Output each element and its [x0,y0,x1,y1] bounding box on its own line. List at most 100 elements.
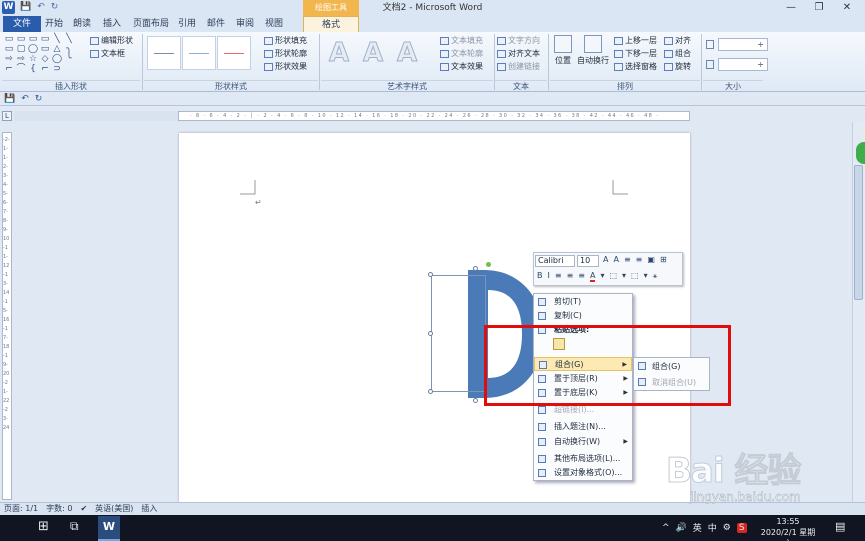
shape-gallery-item[interactable]: ╮ [64,45,74,54]
taskbar-clock[interactable]: 13:55 2020/2/1 星期六 [760,516,816,541]
context-menu-item[interactable]: 插入题注(N)... [534,420,632,434]
language[interactable]: 英语(美国) [95,502,133,515]
text-direction-button[interactable]: 文字方向 [497,35,540,46]
mini-toolbar-button[interactable]: ▾ [644,271,648,282]
shape-gallery-item[interactable]: △ [52,45,62,54]
shape-style-thumb-1[interactable] [147,36,181,70]
page-count[interactable]: 页面: 1/1 [4,502,38,515]
ime-english-icon[interactable]: 英 [693,521,702,534]
group-button[interactable]: 组合 [664,48,691,59]
tab-selector[interactable]: L [2,111,12,121]
context-menu-item[interactable]: 剪切(T) [534,295,632,309]
shape-outline-button[interactable]: 形状轮廓 [264,48,307,59]
shape-gallery-item[interactable]: ▭ [40,35,50,44]
wordart-style-1[interactable]: A [323,36,355,70]
mini-toolbar-button[interactable]: I [548,271,550,282]
close-button[interactable]: ✕ [833,0,861,16]
mini-toolbar-button[interactable]: ▾ [622,271,626,282]
task-view-icon[interactable]: ⧉ [70,519,79,534]
align-text-button[interactable]: 对齐文本 [497,48,540,59]
shape-gallery-item[interactable]: ◯ [52,55,62,64]
tab-page-layout[interactable]: 页面布局 [131,16,171,32]
shape-gallery-item[interactable]: ⌒ [16,65,26,74]
selection-pane-button[interactable]: 选择窗格 [614,61,657,72]
settings-icon[interactable]: ⚙ [723,523,731,533]
mini-toolbar-button[interactable]: ≡ [636,255,643,264]
shape-gallery[interactable]: ▭ ▭ ▭ ▭ ╲ ╲ ▭ ▢ ◯ ▭ △ ╮ ⇨ ⇨ ☆ ◇ ◯ ╰ ⌐ ⌒{⌐ ⊃ [4,35,80,74]
context-menu-item[interactable]: 自动换行(W) ▶ [534,435,632,449]
mini-toolbar-button[interactable]: ⚹ [653,271,658,282]
mini-toolbar-button[interactable]: A [589,271,596,282]
shape-style-thumb-2[interactable] [182,36,216,70]
position-button[interactable]: 位置 [552,35,574,66]
wordart-style-3[interactable]: A [391,36,423,70]
shape-gallery-item[interactable]: ⇨ [4,55,14,64]
side-widget-button[interactable] [856,142,865,164]
rotate-handle[interactable] [486,262,491,267]
tab-view[interactable]: 视图 [262,16,286,32]
shape-gallery-item[interactable]: ⊃ [52,65,62,74]
context-menu-item[interactable]: 复制(C) [534,309,632,323]
redo-icon[interactable]: ↻ [35,94,43,104]
mini-toolbar-button[interactable]: ▾ [600,271,604,282]
sogou-icon[interactable]: S [736,522,747,533]
tab-file[interactable]: 文件 [3,16,41,32]
minimize-button[interactable]: — [777,0,805,16]
restore-button[interactable]: ❐ [805,0,833,16]
shape-gallery-item[interactable]: ⇨ [16,55,26,64]
wordart-style-2[interactable]: A [357,36,389,70]
width-input[interactable]: ÷ [718,58,768,71]
height-input[interactable]: ÷ [718,38,768,51]
shape-gallery-item[interactable]: ▭ [4,35,14,44]
mini-toolbar-button[interactable]: ≡ [555,271,562,282]
context-menu-item[interactable]: 设置对象格式(O)... [534,466,632,480]
mini-toolbar-button[interactable]: B [537,271,543,282]
shape-gallery-item[interactable]: ⌐ [4,65,14,74]
shape-gallery-item[interactable]: ▭ [28,35,38,44]
shape-gallery-item[interactable]: ▭ [16,35,26,44]
shape-gallery-item[interactable]: ╲ [52,35,62,44]
shape-gallery-item[interactable]: ╲ [64,35,74,44]
mini-toolbar-button[interactable]: ⬚ [631,271,639,282]
proofing-icon[interactable]: ✔ [80,502,87,515]
shape-gallery-item[interactable]: ☆ [28,55,38,64]
tab-home[interactable]: 开始 [42,16,66,32]
tab-mailings[interactable]: 邮件 [204,16,228,32]
shape-gallery-item[interactable]: ⌐ [40,65,50,74]
insert-mode[interactable]: 插入 [141,502,157,515]
word-count[interactable]: 字数: 0 [46,502,72,515]
tab-review[interactable]: 审阅 [233,16,257,32]
tab-insert[interactable]: 插入 [100,16,124,32]
ime-chinese-icon[interactable]: 中 [708,521,717,534]
start-icon[interactable]: ⊞ [38,519,49,534]
shape-style-thumb-3[interactable] [217,36,251,70]
shape-gallery-item[interactable]: ▭ [40,45,50,54]
tab-read-aloud[interactable]: 朗读 [70,16,94,32]
create-link-button[interactable]: 创建链接 [497,61,540,72]
context-menu-item[interactable]: 其他布局选项(L)... [534,452,632,466]
mini-toolbar-button[interactable]: ⊞ [660,255,667,264]
text-effects-button[interactable]: 文本效果 [440,61,483,72]
tab-format[interactable]: 格式 [303,16,359,32]
edit-shape-button[interactable]: 编辑形状 [90,35,133,46]
resize-handle[interactable] [473,266,478,271]
scrollbar-thumb[interactable] [854,165,863,300]
tab-references[interactable]: 引用 [175,16,199,32]
rotate-button[interactable]: 旋转 [664,61,691,72]
shape-gallery-item[interactable]: ▭ [4,45,14,54]
mini-toolbar-button[interactable]: ≡ [578,271,585,282]
align-button[interactable]: 对齐 [664,35,691,46]
volume-icon[interactable]: 🔊 [676,523,687,533]
notification-icon[interactable]: ▤ [835,520,845,533]
word-taskbar-icon[interactable]: W [98,516,120,541]
text-fill-button[interactable]: 文本填充 [440,35,483,46]
resize-handle[interactable] [428,272,433,277]
tray-expand-icon[interactable]: ^ [662,523,670,533]
text-outline-button[interactable]: 文本轮廓 [440,48,483,59]
shape-gallery-item[interactable]: ▢ [16,45,26,54]
mini-toolbar-button[interactable]: A [613,255,618,264]
mini-toolbar-button[interactable]: ≡ [567,271,574,282]
shape-gallery-item[interactable]: { [28,65,38,74]
undo-icon[interactable]: ↶ [21,94,29,104]
font-name-field[interactable]: Calibri [535,255,575,267]
